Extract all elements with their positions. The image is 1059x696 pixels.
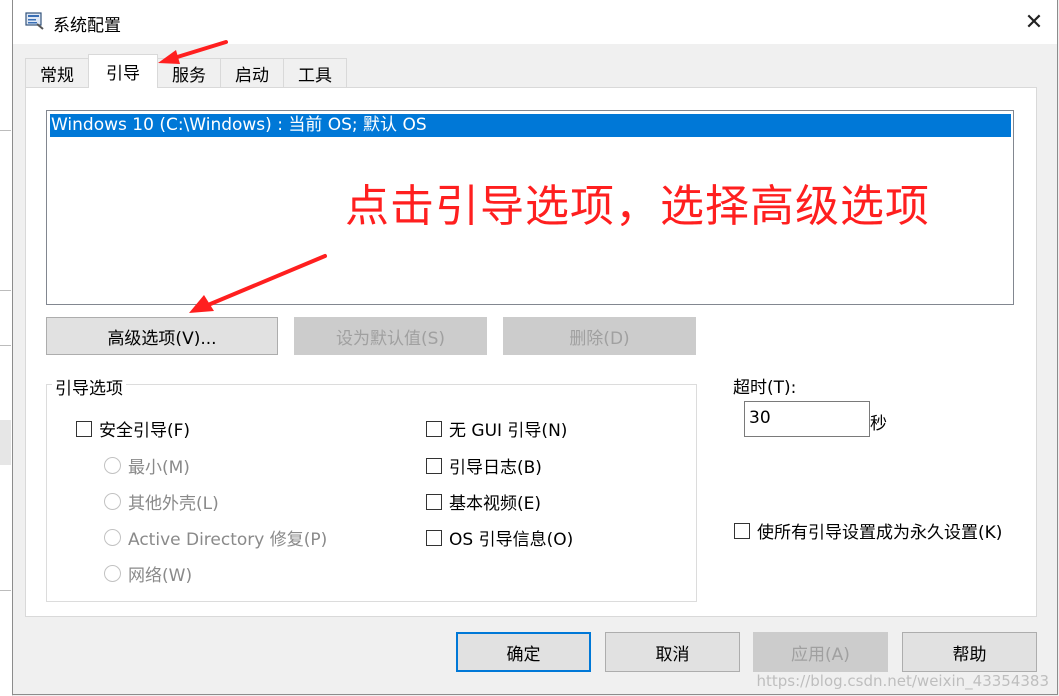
alternate-shell-radio-circle[interactable] (104, 493, 121, 510)
tab-tools[interactable]: 工具 (283, 58, 347, 87)
watermark: https://blog.csdn.net/weixin_43354383 (756, 672, 1049, 690)
timeout-label: 超时(T): (733, 378, 797, 398)
os-boot-info-label: OS 引导信息(O) (449, 530, 574, 550)
os-boot-info-checkbox[interactable]: OS 引导信息(O) (426, 525, 573, 550)
ad-repair-radio[interactable]: Active Directory 修复(P) (104, 525, 327, 550)
boot-log-checkbox-box[interactable] (426, 457, 442, 474)
help-button[interactable]: 帮助 (902, 632, 1037, 672)
no-gui-boot-checkbox[interactable]: 无 GUI 引导(N) (426, 416, 567, 441)
os-boot-info-checkbox-box[interactable] (426, 529, 442, 546)
system-configuration-dialog: 系统配置 ✕ 常规 引导 服务 启动 工具 Windows 10 (C:\Win… (12, 0, 1058, 695)
advanced-options-button[interactable]: 高级选项(V)... (46, 317, 278, 355)
delete-button[interactable]: 删除(D) (503, 317, 696, 355)
ok-button[interactable]: 确定 (456, 632, 591, 672)
base-video-checkbox-box[interactable] (426, 493, 442, 510)
tab-general[interactable]: 常规 (25, 58, 89, 87)
tab-services[interactable]: 服务 (157, 58, 221, 87)
network-radio[interactable]: 网络(W) (104, 561, 192, 586)
no-gui-boot-label: 无 GUI 引导(N) (449, 421, 568, 441)
ad-repair-label: Active Directory 修复(P) (128, 530, 328, 550)
network-label: 网络(W) (128, 566, 193, 586)
minimal-radio[interactable]: 最小(M) (104, 453, 190, 478)
no-gui-boot-checkbox-box[interactable] (426, 420, 442, 437)
title-bar: 系统配置 ✕ (13, 0, 1057, 44)
cancel-button[interactable]: 取消 (605, 632, 740, 672)
apply-button[interactable]: 应用(A) (753, 632, 888, 672)
close-icon: ✕ (1024, 9, 1044, 35)
base-video-checkbox[interactable]: 基本视频(E) (426, 489, 541, 514)
boot-log-label: 引导日志(B) (449, 458, 542, 478)
alternate-shell-radio[interactable]: 其他外壳(L) (104, 489, 219, 514)
msconfig-app-icon (25, 12, 44, 30)
timeout-unit-label: 秒 (870, 414, 887, 434)
ad-repair-radio-circle[interactable] (104, 529, 121, 546)
boot-options-group-label: 引导选项 (52, 374, 126, 399)
alternate-shell-label: 其他外壳(L) (128, 494, 219, 514)
safe-boot-checkbox[interactable]: 安全引导(F) (76, 416, 190, 441)
network-radio-circle[interactable] (104, 565, 121, 582)
make-permanent-checkbox-box[interactable] (734, 522, 750, 539)
safe-boot-label: 安全引导(F) (99, 421, 191, 441)
tab-boot[interactable]: 引导 (88, 54, 158, 88)
close-button[interactable]: ✕ (1011, 0, 1057, 44)
minimal-radio-circle[interactable] (104, 457, 121, 474)
window-title: 系统配置 (53, 16, 121, 36)
safe-boot-checkbox-box[interactable] (76, 420, 92, 437)
base-video-label: 基本视频(E) (449, 494, 542, 514)
timeout-input[interactable]: 30 (744, 401, 870, 437)
make-permanent-label: 使所有引导设置成为永久设置(K) (757, 523, 1003, 543)
minimal-label: 最小(M) (128, 458, 190, 478)
set-default-button[interactable]: 设为默认值(S) (294, 317, 487, 355)
boot-entry-windows10[interactable]: Windows 10 (C:\Windows) : 当前 OS; 默认 OS (50, 114, 1011, 137)
boot-log-checkbox[interactable]: 引导日志(B) (426, 453, 542, 478)
make-permanent-checkbox[interactable]: 使所有引导设置成为永久设置(K) (734, 518, 1002, 543)
instruction-annotation: 点击引导选项，选择高级选项 (345, 181, 930, 232)
tab-startup[interactable]: 启动 (220, 58, 284, 87)
